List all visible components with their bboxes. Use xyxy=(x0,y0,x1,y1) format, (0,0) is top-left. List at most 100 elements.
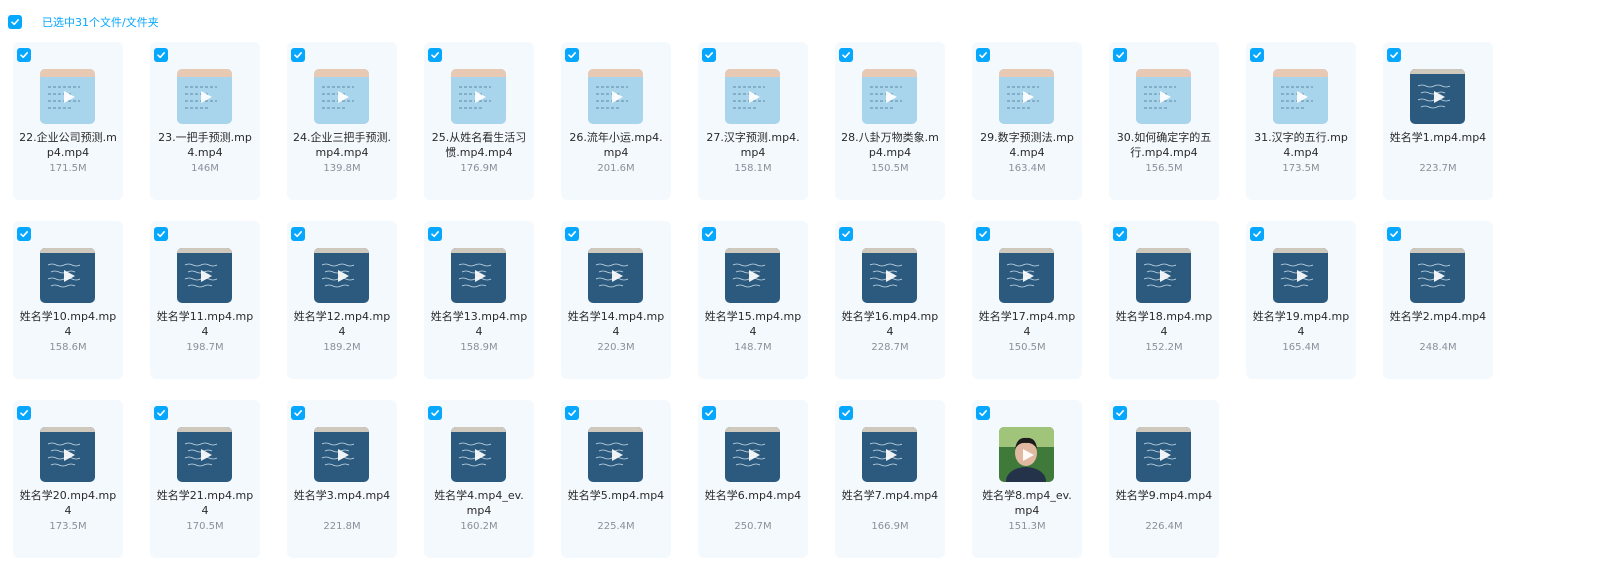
file-card[interactable]: 姓名学11.mp4.mp4 198.7M xyxy=(150,221,260,379)
blackboard-video-thumbnail[interactable] xyxy=(588,427,643,482)
file-card[interactable]: 姓名学15.mp4.mp4 148.7M xyxy=(698,221,808,379)
file-card[interactable]: 27.汉字预测.mp4.mp4 158.1M xyxy=(698,42,808,200)
file-card[interactable]: 姓名学8.mp4_ev.mp4 151.3M xyxy=(972,400,1082,558)
file-checkbox[interactable] xyxy=(154,227,168,241)
checkmark-icon xyxy=(157,231,165,238)
file-checkbox[interactable] xyxy=(17,48,31,62)
blackboard-video-thumbnail[interactable] xyxy=(862,427,917,482)
whiteboard-video-thumbnail[interactable] xyxy=(314,69,369,124)
file-checkbox[interactable] xyxy=(1250,227,1264,241)
file-checkbox[interactable] xyxy=(702,227,716,241)
blackboard-video-thumbnail[interactable] xyxy=(1410,69,1465,124)
blackboard-video-thumbnail[interactable] xyxy=(451,427,506,482)
whiteboard-video-thumbnail[interactable] xyxy=(862,69,917,124)
blackboard-video-thumbnail[interactable] xyxy=(1136,427,1191,482)
whiteboard-video-thumbnail[interactable] xyxy=(451,69,506,124)
file-checkbox[interactable] xyxy=(565,48,579,62)
file-checkbox[interactable] xyxy=(565,406,579,420)
file-checkbox[interactable] xyxy=(1113,227,1127,241)
blackboard-video-thumbnail[interactable] xyxy=(451,248,506,303)
file-checkbox[interactable] xyxy=(1387,48,1401,62)
person-video-thumbnail[interactable] xyxy=(999,427,1054,482)
file-card[interactable]: 姓名学14.mp4.mp4 220.3M xyxy=(561,221,671,379)
file-checkbox[interactable] xyxy=(1113,48,1127,62)
whiteboard-video-thumbnail[interactable] xyxy=(40,69,95,124)
select-all-checkbox[interactable] xyxy=(8,15,22,29)
checkmark-icon xyxy=(1390,231,1398,238)
file-checkbox[interactable] xyxy=(291,48,305,62)
file-checkbox[interactable] xyxy=(976,406,990,420)
blackboard-video-thumbnail[interactable] xyxy=(314,427,369,482)
file-checkbox[interactable] xyxy=(1113,406,1127,420)
file-card[interactable]: 25.从姓名看生活习惯.mp4.mp4 176.9M xyxy=(424,42,534,200)
file-card[interactable]: 姓名学17.mp4.mp4 150.5M xyxy=(972,221,1082,379)
whiteboard-video-thumbnail[interactable] xyxy=(588,69,643,124)
file-checkbox[interactable] xyxy=(17,227,31,241)
file-checkbox[interactable] xyxy=(154,406,168,420)
file-checkbox[interactable] xyxy=(291,406,305,420)
blackboard-video-thumbnail[interactable] xyxy=(588,248,643,303)
whiteboard-video-thumbnail[interactable] xyxy=(725,69,780,124)
file-checkbox[interactable] xyxy=(565,227,579,241)
file-card[interactable]: 23.一把手预测.mp4.mp4 146M xyxy=(150,42,260,200)
file-card[interactable]: 姓名学1.mp4.mp4 223.7M xyxy=(1383,42,1493,200)
file-card[interactable]: 22.企业公司预测.mp4.mp4 171.5M xyxy=(13,42,123,200)
whiteboard-video-thumbnail[interactable] xyxy=(1136,69,1191,124)
file-card[interactable]: 24.企业三把手预测.mp4.mp4 139.8M xyxy=(287,42,397,200)
blackboard-video-thumbnail[interactable] xyxy=(40,248,95,303)
file-checkbox[interactable] xyxy=(839,48,853,62)
file-checkbox[interactable] xyxy=(702,48,716,62)
file-card[interactable]: 30.如何确定字的五行.mp4.mp4 156.5M xyxy=(1109,42,1219,200)
blackboard-video-thumbnail[interactable] xyxy=(862,248,917,303)
play-icon xyxy=(885,90,897,103)
file-card[interactable]: 姓名学20.mp4.mp4 173.5M xyxy=(13,400,123,558)
file-card[interactable]: 29.数字预测法.mp4.mp4 163.4M xyxy=(972,42,1082,200)
file-checkbox[interactable] xyxy=(1250,48,1264,62)
file-checkbox[interactable] xyxy=(1387,227,1401,241)
blackboard-video-thumbnail[interactable] xyxy=(40,427,95,482)
blackboard-video-thumbnail[interactable] xyxy=(725,427,780,482)
whiteboard-video-thumbnail[interactable] xyxy=(1273,69,1328,124)
file-card[interactable]: 姓名学16.mp4.mp4 228.7M xyxy=(835,221,945,379)
file-checkbox[interactable] xyxy=(702,406,716,420)
file-card[interactable]: 姓名学18.mp4.mp4 152.2M xyxy=(1109,221,1219,379)
file-checkbox[interactable] xyxy=(154,48,168,62)
file-card[interactable]: 姓名学12.mp4.mp4 189.2M xyxy=(287,221,397,379)
blackboard-video-thumbnail[interactable] xyxy=(1273,248,1328,303)
file-card[interactable]: 姓名学6.mp4.mp4 250.7M xyxy=(698,400,808,558)
checkmark-icon xyxy=(431,410,439,417)
file-card[interactable]: 姓名学7.mp4.mp4 166.9M xyxy=(835,400,945,558)
blackboard-video-thumbnail[interactable] xyxy=(1136,248,1191,303)
file-card[interactable]: 姓名学4.mp4_ev.mp4 160.2M xyxy=(424,400,534,558)
file-card[interactable]: 姓名学19.mp4.mp4 165.4M xyxy=(1246,221,1356,379)
file-card[interactable]: 姓名学21.mp4.mp4 170.5M xyxy=(150,400,260,558)
file-checkbox[interactable] xyxy=(976,48,990,62)
blackboard-video-thumbnail[interactable] xyxy=(725,248,780,303)
file-card[interactable]: 28.八卦万物类象.mp4.mp4 150.5M xyxy=(835,42,945,200)
file-card[interactable]: 姓名学9.mp4.mp4 226.4M xyxy=(1109,400,1219,558)
blackboard-video-thumbnail[interactable] xyxy=(177,248,232,303)
file-card[interactable]: 姓名学13.mp4.mp4 158.9M xyxy=(424,221,534,379)
file-card[interactable]: 姓名学5.mp4.mp4 225.4M xyxy=(561,400,671,558)
file-card[interactable]: 31.汉字的五行.mp4.mp4 173.5M xyxy=(1246,42,1356,200)
blackboard-video-thumbnail[interactable] xyxy=(314,248,369,303)
file-card[interactable]: 姓名学10.mp4.mp4 158.6M xyxy=(13,221,123,379)
blackboard-video-thumbnail[interactable] xyxy=(999,248,1054,303)
file-checkbox[interactable] xyxy=(839,227,853,241)
file-checkbox[interactable] xyxy=(291,227,305,241)
blackboard-video-thumbnail[interactable] xyxy=(177,427,232,482)
whiteboard-video-thumbnail[interactable] xyxy=(177,69,232,124)
file-checkbox[interactable] xyxy=(17,406,31,420)
file-checkbox[interactable] xyxy=(839,406,853,420)
whiteboard-video-thumbnail[interactable] xyxy=(999,69,1054,124)
file-checkbox[interactable] xyxy=(428,406,442,420)
file-checkbox[interactable] xyxy=(428,48,442,62)
file-checkbox[interactable] xyxy=(976,227,990,241)
file-name: 姓名学3.mp4.mp4 xyxy=(293,489,391,502)
blackboard-video-thumbnail[interactable] xyxy=(1410,248,1465,303)
file-card[interactable]: 姓名学2.mp4.mp4 248.4M xyxy=(1383,221,1493,379)
file-card[interactable]: 26.流年小运.mp4.mp4 201.6M xyxy=(561,42,671,200)
file-checkbox[interactable] xyxy=(428,227,442,241)
file-card[interactable]: 姓名学3.mp4.mp4 221.8M xyxy=(287,400,397,558)
checkmark-icon xyxy=(20,231,28,238)
